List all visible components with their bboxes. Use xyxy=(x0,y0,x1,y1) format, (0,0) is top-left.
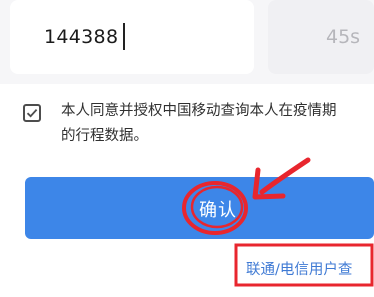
annotation-arrow-shaft xyxy=(259,157,311,195)
annotation-box xyxy=(234,243,374,287)
annotation-circle-inner xyxy=(190,185,244,229)
red-annotation-overlay xyxy=(182,157,374,287)
annotation-arrow-head xyxy=(252,167,286,200)
annotation-circle xyxy=(182,181,248,235)
